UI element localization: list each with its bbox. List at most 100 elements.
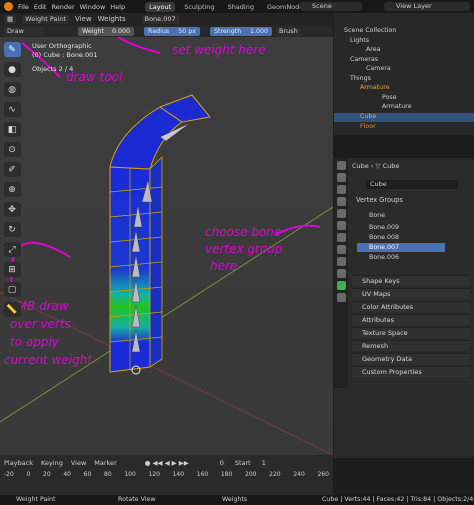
outliner-row-area[interactable]: Area <box>334 46 474 55</box>
physics-tab-icon[interactable] <box>336 269 346 278</box>
draw-tool-icon[interactable]: ✎ <box>3 42 21 57</box>
view-menu[interactable]: View <box>71 459 86 468</box>
material-tab-icon[interactable] <box>336 293 346 302</box>
mesh-data-tab-icon[interactable] <box>336 281 346 290</box>
vertex-group-item[interactable]: Bone.009 <box>357 223 445 232</box>
smear-tool-icon[interactable]: ∿ <box>3 102 21 117</box>
scene-tab-icon[interactable] <box>336 209 346 218</box>
object-tab-icon[interactable] <box>336 233 346 242</box>
view-layer-selector[interactable]: View Layer <box>384 2 470 11</box>
outliner-row-armature-data[interactable]: Armature <box>334 103 474 112</box>
marker-menu[interactable]: Marker <box>94 459 116 468</box>
outliner-row-floor[interactable]: Floor <box>334 123 474 132</box>
outliner-row-scene-collection[interactable]: Scene Collection <box>334 27 474 36</box>
timeline-ruler[interactable]: -20 0 20 40 60 80 100 120 140 160 180 20… <box>4 471 329 478</box>
outliner-row-armature[interactable]: Armature <box>334 84 474 93</box>
vertex-group-item[interactable]: Bone.008 <box>357 233 445 242</box>
annotate-tool-icon[interactable]: ✐ <box>3 162 21 177</box>
tick-label: 260 <box>317 471 329 478</box>
vertex-group-item-selected[interactable]: Bone.007 <box>357 243 445 252</box>
tool-settings-header: Draw Weight 0.000 Radius 50 px Strength 1.0… <box>0 25 333 37</box>
panel-color-attributes[interactable]: Color Attributes <box>352 301 470 312</box>
panel-remesh[interactable]: Remesh <box>352 340 470 351</box>
brush-menu[interactable]: Brush <box>276 26 301 36</box>
output-tab-icon[interactable] <box>336 185 346 194</box>
world-tab-icon[interactable] <box>336 221 346 230</box>
menu-window[interactable]: Window <box>80 3 106 11</box>
rotate-tool-icon[interactable]: ↻ <box>3 222 21 237</box>
average-tool-icon[interactable]: ◍ <box>3 82 21 97</box>
weight-field[interactable]: Weight 0.000 <box>78 26 134 36</box>
outliner-row-camera[interactable]: Camera <box>334 65 474 74</box>
particles-tab-icon[interactable] <box>336 257 346 266</box>
menu-help[interactable]: Help <box>110 3 125 11</box>
vertex-group-item[interactable]: Bone.006 <box>357 253 445 262</box>
annotation-lmb-4: current weight <box>4 353 93 367</box>
tick-label: 180 <box>220 471 233 478</box>
outliner-row-cube[interactable]: Cube <box>334 113 474 122</box>
status-stats: Cube | Verts:44 | Faces:42 | Tris:84 | O… <box>322 496 474 503</box>
sample-weight-icon[interactable]: ⊙ <box>3 142 21 157</box>
menu-render[interactable]: Render <box>51 3 74 11</box>
brush-selector[interactable]: Draw <box>4 26 44 36</box>
annotation-choose-group-1: choose bone <box>205 225 282 239</box>
render-tab-icon[interactable] <box>336 173 346 182</box>
tick-label: 80 <box>104 471 112 478</box>
outliner-row-lights[interactable]: Lights <box>334 37 474 46</box>
mesh-data-name-field[interactable]: Cube <box>366 180 458 189</box>
object-info: (0) Cube : Bone.001 <box>32 51 98 59</box>
outliner-row-pose[interactable]: Pose <box>334 94 474 103</box>
editor-type-icon[interactable]: ▦ <box>4 14 17 24</box>
scale-tool-icon[interactable]: ⤢ <box>3 242 21 257</box>
strength-label: Strength <box>214 27 242 35</box>
start-label: Start <box>234 459 251 467</box>
strength-value: 1.000 <box>249 27 268 35</box>
keying-menu[interactable]: Keying <box>41 459 63 468</box>
scene-name: Scene <box>312 2 332 10</box>
gradient-tool-icon[interactable]: ◧ <box>3 122 21 137</box>
transform-tool-icon[interactable]: ⊞ <box>3 262 21 277</box>
weight-value: 0.000 <box>111 27 130 35</box>
view-layer-tab-icon[interactable] <box>336 197 346 206</box>
select-box-icon[interactable]: ▢ <box>3 282 21 297</box>
blur-tool-icon[interactable]: ● <box>3 62 21 77</box>
current-frame-field[interactable]: 0 <box>216 459 227 468</box>
menu-view[interactable]: View <box>75 15 92 23</box>
blender-logo-icon[interactable] <box>4 2 13 11</box>
outliner-label: Pose <box>382 94 397 101</box>
strength-field[interactable]: Strength 1.000 <box>210 26 272 36</box>
panel-texture-space[interactable]: Texture Space <box>352 327 470 338</box>
bone-selector[interactable]: Bone.007 <box>141 14 179 24</box>
workspace-tab-sculpting[interactable]: Sculpting <box>180 2 218 12</box>
playback-controls-icon[interactable]: ● ◀◀ ◀ ▶ ▶▶ <box>145 459 189 468</box>
workspace-tab-layout[interactable]: Layout <box>145 1 176 12</box>
radius-label: Radius <box>148 27 170 35</box>
panel-geometry-data[interactable]: Geometry Data <box>352 353 470 364</box>
outliner-label: Cube <box>360 113 377 120</box>
vertex-groups-header[interactable]: Vertex Groups <box>356 196 403 204</box>
panel-uv-maps[interactable]: UV Maps <box>352 288 470 299</box>
menu-edit[interactable]: Edit <box>34 3 47 11</box>
cursor-tool-icon[interactable]: ⊕ <box>3 182 21 197</box>
modifier-tab-icon[interactable] <box>336 245 346 254</box>
workspace-tab-shading[interactable]: Shading <box>224 2 258 12</box>
measure-tool-icon[interactable]: 📏 <box>3 302 21 317</box>
radius-field[interactable]: Radius 50 px <box>144 26 200 36</box>
mode-selector[interactable]: Weight Paint <box>22 14 69 24</box>
panel-shape-keys[interactable]: Shape Keys <box>352 275 470 286</box>
tick-label: 60 <box>83 471 92 478</box>
menu-weights[interactable]: Weights <box>98 15 126 23</box>
start-frame-field[interactable]: 1 <box>258 459 269 468</box>
vertex-group-item[interactable]: Bone <box>357 211 445 220</box>
playback-menu[interactable]: Playback <box>4 459 33 468</box>
outliner-row-things[interactable]: Things <box>334 75 474 84</box>
panel-attributes[interactable]: Attributes <box>352 314 470 325</box>
panel-custom-properties[interactable]: Custom Properties <box>352 366 470 377</box>
move-tool-icon[interactable]: ✥ <box>3 202 21 217</box>
tool-tab-icon[interactable] <box>336 161 346 170</box>
outliner-row-cameras[interactable]: Cameras <box>334 56 474 65</box>
3d-viewport[interactable]: User Orthographic (0) Cube : Bone.001 Ob… <box>0 37 333 455</box>
left-toolbar: ✎ ● ◍ ∿ ◧ ⊙ ✐ ⊕ ✥ ↻ ⤢ ⊞ ▢ 📏 <box>2 40 22 345</box>
menu-file[interactable]: File <box>18 3 29 11</box>
scene-selector[interactable]: Scene <box>300 2 362 11</box>
